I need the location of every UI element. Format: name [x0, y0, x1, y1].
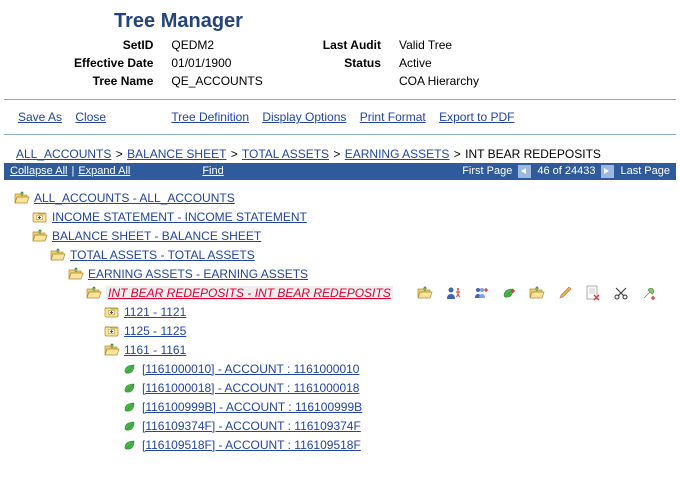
- value-lastaudit: Valid Tree: [391, 37, 487, 53]
- node-label[interactable]: BALANCE SHEET - BALANCE SHEET: [52, 229, 261, 243]
- crumb-balance[interactable]: BALANCE SHEET: [127, 147, 226, 161]
- firstpage-label: First Page: [462, 163, 512, 180]
- node-label[interactable]: EARNING ASSETS - EARNING ASSETS: [88, 267, 308, 281]
- action-addsibling-icon[interactable]: [445, 285, 461, 301]
- page-position: 46 of 24433: [537, 163, 595, 180]
- folder-open-icon: [104, 343, 120, 357]
- tree-node[interactable]: 1161 - 1161: [104, 340, 676, 359]
- next-page-icon[interactable]: [601, 165, 614, 178]
- divider: [4, 99, 676, 100]
- folder-closed-icon: [104, 305, 120, 319]
- tree-toolbar: Collapse All | Expand All Find First Pag…: [4, 163, 676, 180]
- tree: ALL_ACCOUNTS - ALL_ACCOUNTS INCOME STATE…: [14, 188, 676, 454]
- label-treename: Tree Name: [66, 73, 161, 89]
- node-label[interactable]: 1121 - 1121: [124, 305, 186, 319]
- node-label[interactable]: ALL_ACCOUNTS - ALL_ACCOUNTS: [34, 191, 235, 205]
- tree-node[interactable]: BALANCE SHEET - BALANCE SHEET: [32, 226, 676, 245]
- value-effdate: 01/01/1900: [163, 55, 270, 71]
- folder-open-icon: [50, 248, 66, 262]
- leaf-icon: [122, 400, 138, 414]
- treedef-link[interactable]: Tree Definition: [171, 110, 249, 124]
- find-link[interactable]: Find: [202, 163, 223, 180]
- value-status: Active: [391, 55, 487, 71]
- tree-node[interactable]: TOTAL ASSETS - TOTAL ASSETS: [50, 245, 676, 264]
- header-info: SetID QEDM2 Last Audit Valid Tree Effect…: [64, 35, 489, 91]
- tree-node[interactable]: EARNING ASSETS - EARNING ASSETS: [68, 264, 676, 283]
- node-label[interactable]: [116109518F] - ACCOUNT : 116109518F: [142, 438, 361, 452]
- node-label[interactable]: [1161000010] - ACCOUNT : 1161000010: [142, 362, 359, 376]
- node-actions: [417, 285, 657, 301]
- label-effdate: Effective Date: [66, 55, 161, 71]
- close-link[interactable]: Close: [75, 110, 106, 124]
- node-label-selected[interactable]: INT BEAR REDEPOSITS - INT BEAR REDEPOSIT…: [106, 286, 393, 300]
- folder-closed-icon: [32, 210, 48, 224]
- node-label[interactable]: [116109374F] - ACCOUNT : 116109374F: [142, 419, 361, 433]
- tree-leaf[interactable]: [1161000018] - ACCOUNT : 1161000018: [122, 378, 676, 397]
- tree-leaf[interactable]: [1161000010] - ACCOUNT : 1161000010: [122, 359, 676, 378]
- action-tool-icon[interactable]: [641, 285, 657, 301]
- tree-leaf[interactable]: [116109374F] - ACCOUNT : 116109374F: [122, 416, 676, 435]
- action-addchild-icon[interactable]: [473, 285, 489, 301]
- node-label[interactable]: 1125 - 1125: [124, 324, 186, 338]
- action-edit-icon[interactable]: [557, 285, 573, 301]
- prev-page-icon[interactable]: [518, 165, 531, 178]
- folder-open-icon: [86, 286, 102, 300]
- folder-open-icon: [14, 191, 30, 205]
- tree-leaf[interactable]: [116100999B] - ACCOUNT : 116100999B: [122, 397, 676, 416]
- tree-node[interactable]: ALL_ACCOUNTS - ALL_ACCOUNTS: [14, 188, 676, 207]
- leaf-icon: [122, 438, 138, 452]
- page-title: Tree Manager: [114, 10, 676, 33]
- node-label[interactable]: [1161000018] - ACCOUNT : 1161000018: [142, 381, 359, 395]
- value-treename: QE_ACCOUNTS: [163, 73, 270, 89]
- folder-open-icon: [32, 229, 48, 243]
- leaf-icon: [122, 419, 138, 433]
- display-link[interactable]: Display Options: [262, 110, 346, 124]
- node-label[interactable]: INCOME STATEMENT - INCOME STATEMENT: [52, 210, 307, 224]
- crumb-all[interactable]: ALL_ACCOUNTS: [16, 147, 111, 161]
- folder-open-icon: [68, 267, 84, 281]
- label-status: Status: [315, 55, 389, 71]
- leaf-icon: [122, 362, 138, 376]
- tree-node[interactable]: 1121 - 1121: [104, 302, 676, 321]
- node-label[interactable]: 1161 - 1161: [124, 343, 186, 357]
- lastpage-label: Last Page: [620, 163, 670, 180]
- node-label[interactable]: [116100999B] - ACCOUNT : 116100999B: [142, 400, 362, 414]
- action-folder-icon[interactable]: [417, 285, 433, 301]
- tree-leaf[interactable]: [116109518F] - ACCOUNT : 116109518F: [122, 435, 676, 454]
- toolbar: Save As Close Tree Definition Display Op…: [4, 108, 676, 126]
- leaf-icon: [122, 381, 138, 395]
- print-link[interactable]: Print Format: [360, 110, 426, 124]
- breadcrumb: ALL_ACCOUNTS > BALANCE SHEET > TOTAL ASS…: [4, 143, 676, 163]
- crumb-total[interactable]: TOTAL ASSETS: [242, 147, 329, 161]
- tree-node[interactable]: INCOME STATEMENT - INCOME STATEMENT: [32, 207, 676, 226]
- export-link[interactable]: Export to PDF: [439, 110, 514, 124]
- divider: [4, 134, 676, 135]
- crumb-earning[interactable]: EARNING ASSETS: [345, 147, 450, 161]
- value-desc: COA Hierarchy: [391, 73, 487, 89]
- value-setid: QEDM2: [163, 37, 270, 53]
- label-setid: SetID: [66, 37, 161, 53]
- expand-all[interactable]: Expand All: [78, 163, 130, 180]
- label-lastaudit: Last Audit: [315, 37, 389, 53]
- collapse-all[interactable]: Collapse All: [10, 163, 67, 180]
- action-delete-icon[interactable]: [585, 285, 601, 301]
- saveas-link[interactable]: Save As: [18, 110, 62, 124]
- tree-node-selected[interactable]: INT BEAR REDEPOSITS - INT BEAR REDEPOSIT…: [86, 283, 676, 302]
- action-folder2-icon[interactable]: [529, 285, 545, 301]
- tree-node[interactable]: 1125 - 1125: [104, 321, 676, 340]
- crumb-last: INT BEAR REDEPOSITS: [465, 147, 601, 161]
- node-label[interactable]: TOTAL ASSETS - TOTAL ASSETS: [70, 248, 255, 262]
- folder-closed-icon: [104, 324, 120, 338]
- action-addleaf-icon[interactable]: [501, 285, 517, 301]
- action-cut-icon[interactable]: [613, 285, 629, 301]
